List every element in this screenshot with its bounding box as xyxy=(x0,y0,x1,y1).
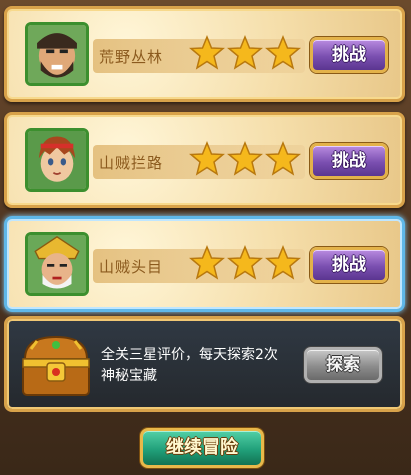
stage-card-selected: 山贼头目 挑战 xyxy=(4,216,405,312)
star-icon xyxy=(189,35,225,70)
star-icon xyxy=(189,245,225,280)
avatar xyxy=(25,22,89,86)
challenge-button[interactable]: 挑战 xyxy=(310,37,388,73)
star-icon xyxy=(227,141,263,176)
star-icon xyxy=(189,141,225,176)
continue-adventure-button[interactable]: 继续冒险 xyxy=(140,428,264,468)
star-icon xyxy=(265,35,301,70)
stage-card: 山贼拦路 挑战 xyxy=(4,112,405,208)
stage-card: 荒野丛林 挑战 xyxy=(4,6,405,102)
armored-general-portrait-icon xyxy=(28,235,86,293)
challenge-button[interactable]: 挑战 xyxy=(310,247,388,283)
treasure-chest-icon xyxy=(22,335,90,396)
treasure-description: 全关三星评价，每天探索2次神秘宝藏 xyxy=(101,347,278,384)
star-icon xyxy=(227,245,263,280)
explore-button[interactable]: 探索 xyxy=(304,347,382,383)
star-rating xyxy=(189,141,301,177)
stage-name: 山贼拦路 xyxy=(99,154,164,172)
star-icon xyxy=(227,35,263,70)
young-warrior-portrait-icon xyxy=(28,131,86,189)
bearded-warrior-portrait-icon xyxy=(28,25,86,83)
challenge-button[interactable]: 挑战 xyxy=(310,143,388,179)
star-icon xyxy=(265,245,301,280)
stage-name: 山贼头目 xyxy=(99,258,164,276)
star-rating xyxy=(189,35,301,71)
stage-name: 荒野丛林 xyxy=(99,48,164,66)
treasure-panel: 全关三星评价，每天探索2次神秘宝藏 探索 xyxy=(4,316,405,412)
star-icon xyxy=(265,141,301,176)
avatar xyxy=(25,128,89,192)
avatar xyxy=(25,232,89,296)
star-rating xyxy=(189,245,301,281)
